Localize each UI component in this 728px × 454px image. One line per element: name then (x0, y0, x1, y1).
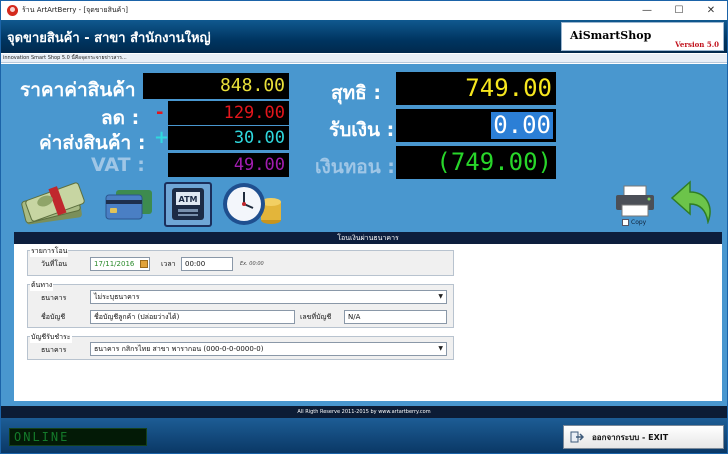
origin-bank-label: ธนาคาร (41, 294, 67, 302)
svg-text:ATM: ATM (179, 195, 198, 204)
window-controls: — ☐ ✕ (631, 1, 727, 20)
origin-bank-select[interactable]: ไม่ระบุธนาคาร ▼ (90, 290, 447, 304)
app-logo-icon (7, 5, 18, 16)
dest-bank-value: ธนาคาร กสิกรไทย สาขา พารากอน (000-0-0-00… (94, 345, 264, 353)
price-label: ราคาค่าสินค้า : (20, 79, 150, 101)
cash-icon-graphic (21, 182, 85, 225)
received-label: รับเงิน : (329, 119, 395, 141)
pos-window: ร้าน ArtArtBerry - [จุดขายสินค้า] — ☐ ✕ … (0, 0, 728, 454)
brand-logo: AiSmartShop Version 5.0 (561, 22, 724, 51)
received-input[interactable]: 0.00 (491, 112, 553, 139)
copy-option[interactable]: Copy (622, 219, 646, 226)
chevron-down-icon: ▼ (438, 293, 443, 300)
origin-bank-value: ไม่ระบุธนาคาร (94, 293, 140, 301)
credit-term-icon (223, 183, 281, 225)
net-label: สุทธิ : (331, 82, 381, 104)
calendar-icon[interactable] (140, 260, 148, 268)
window-titlebar: ร้าน ArtArtBerry - [จุดขายสินค้า] — ☐ ✕ (1, 1, 727, 20)
account-no-input[interactable]: N/A (344, 310, 447, 324)
transfer-date-value: 17/11/2016 (94, 260, 135, 268)
window-title: ร้าน ArtArtBerry - [จุดขายสินค้า] (22, 6, 128, 14)
online-status: ONLINE (9, 428, 147, 446)
minimize-button[interactable]: — (631, 1, 663, 20)
account-no-label: เลขที่บัญชี (300, 313, 332, 321)
printer-icon (616, 185, 654, 217)
close-button[interactable]: ✕ (695, 1, 727, 20)
back-button[interactable] (670, 180, 716, 225)
version-label: Version 5.0 (675, 40, 719, 49)
atm-icon: ATM (172, 188, 204, 220)
cash-icon[interactable] (19, 181, 89, 227)
account-name-label: ชื่อบัญชี (41, 313, 66, 321)
maximize-button[interactable]: ☐ (663, 1, 695, 20)
exit-icon (570, 431, 584, 443)
copyright-bar: All Rigth Reserve 2011-2015 by www.artar… (1, 406, 727, 418)
transfer-group-label: รายการโอน (30, 246, 69, 257)
dest-group-label: บัญชีรับชำระ (30, 332, 72, 343)
discount-value: 129.00 (168, 101, 289, 125)
news-marquee: innovation Smart Shop 5.0 นี้คือจุดกระจา… (1, 54, 727, 63)
time-label: เวลา (161, 260, 176, 268)
copy-checkbox[interactable] (622, 219, 629, 226)
chevron-down-icon: ▼ (438, 345, 443, 352)
transfer-date-input[interactable]: 17/11/2016 (90, 257, 150, 271)
discount-sign: - (156, 102, 164, 123)
dest-bank-select[interactable]: ธนาคาร กสิกรไทย สาขา พารากอน (000-0-0-00… (90, 342, 447, 356)
credit-card-icon-graphic (105, 190, 152, 220)
print-button[interactable] (613, 185, 658, 217)
dest-bank-label: ธนาคาร (41, 346, 67, 354)
time-hint: Ex. 00:00 (240, 261, 264, 267)
totals-panel: ราคาค่าสินค้า : 848.00 ลด : - 129.00 ค่า… (1, 64, 727, 406)
clock-coins-icon[interactable] (221, 180, 283, 228)
credit-card-icon[interactable] (104, 186, 154, 222)
price-value: 848.00 (143, 73, 289, 99)
header-bar: จุดขายสินค้า - สาขา สำนักงานใหญ่ AiSmart… (1, 20, 727, 53)
vat-label: VAT : (91, 154, 145, 176)
copy-label: Copy (631, 219, 647, 226)
bank-transfer-form: โอนเงินผ่านธนาคาร รายการโอน วันที่โอน 17… (14, 232, 722, 401)
time-input[interactable]: 00:00 (181, 257, 233, 271)
received-box[interactable]: 0.00 (396, 109, 556, 142)
net-value: 749.00 (396, 72, 556, 105)
back-arrow-icon (670, 180, 711, 225)
change-value: (749.00) (396, 146, 556, 179)
form-title: โอนเงินผ่านธนาคาร (14, 232, 722, 244)
origin-group-label: ต้นทาง (30, 280, 54, 291)
shipping-sign: + (154, 127, 170, 148)
logout-exit-button[interactable]: ออกจากระบบ - EXIT (563, 425, 724, 449)
transfer-date-label: วันที่โอน (41, 260, 68, 268)
exit-label: ออกจากระบบ - EXIT (592, 432, 669, 442)
atm-transfer-button[interactable]: ATM (164, 182, 212, 227)
brand-name: AiSmartShop (570, 29, 652, 42)
page-title: จุดขายสินค้า - สาขา สำนักงานใหญ่ (7, 31, 211, 46)
bottom-bar: ONLINE ออกจากระบบ - EXIT (1, 418, 727, 453)
change-label: เงินทอน : (315, 156, 395, 178)
shipping-value: 30.00 (168, 126, 289, 150)
vat-value: 49.00 (168, 153, 289, 177)
account-name-input[interactable]: ชื่อบัญชีลูกค้า (ปล่อยว่างได้) (90, 310, 295, 324)
